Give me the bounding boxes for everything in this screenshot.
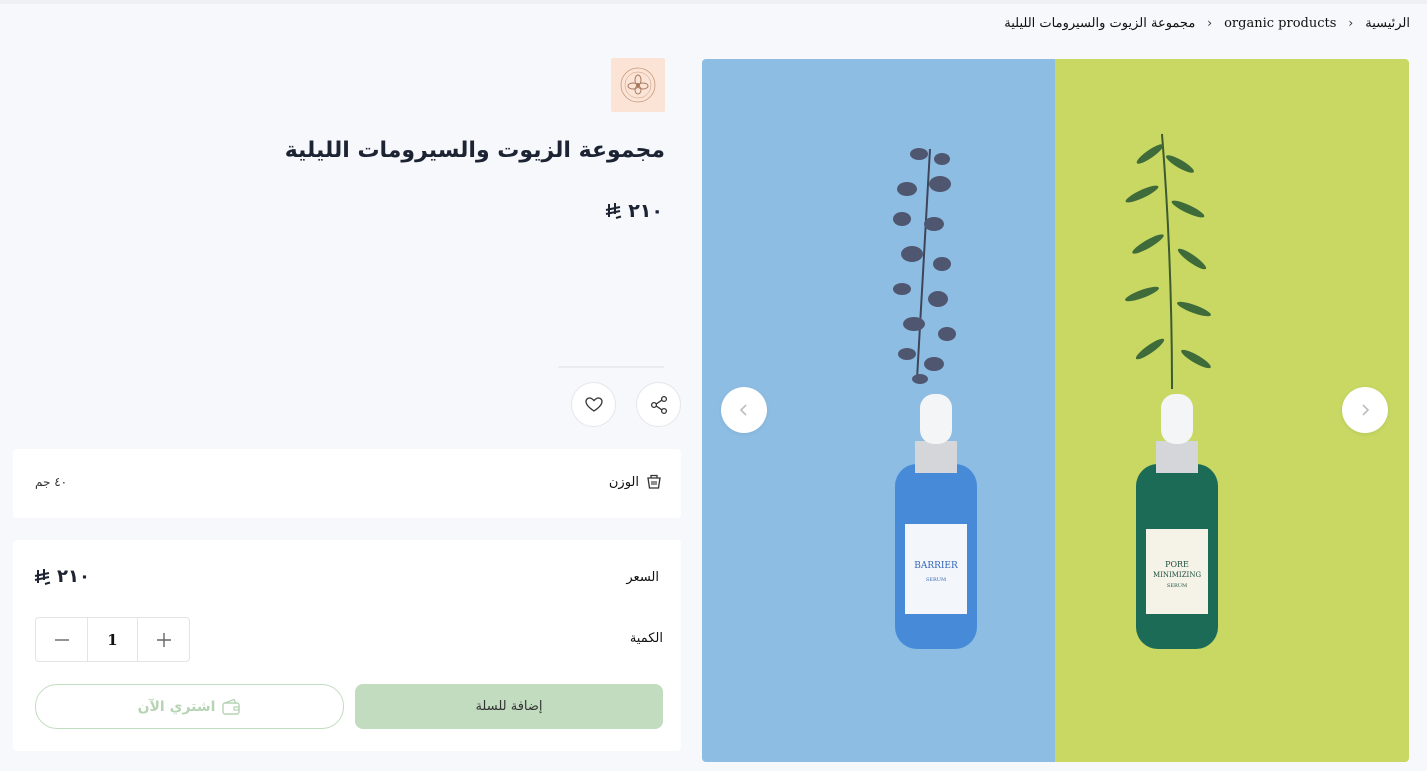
svg-text:MINIMIZING: MINIMIZING <box>1153 571 1202 579</box>
share-button[interactable] <box>636 382 681 427</box>
riyal-icon <box>605 203 622 219</box>
scale-icon <box>647 474 661 489</box>
minus-icon <box>54 638 69 641</box>
chevron-left-icon <box>739 404 747 416</box>
gallery-next-button[interactable] <box>1342 387 1388 433</box>
svg-text:SERUM: SERUM <box>926 577 946 583</box>
purchase-card: السعر ٢١٠ الكمية 1 إضافة للسلة اشتري الآ… <box>13 540 681 751</box>
product-title: مجموعة الزيوت والسيرومات الليلية <box>284 138 665 163</box>
plus-icon <box>156 632 171 647</box>
wallet-icon <box>222 698 241 715</box>
brand-logo[interactable] <box>611 58 665 112</box>
weight-attribute-card: الوزن ٤٠ جم <box>13 449 681 518</box>
heart-icon <box>584 396 603 412</box>
svg-text:SERUM: SERUM <box>1167 583 1187 589</box>
quantity-stepper: 1 <box>35 617 190 662</box>
product-price: ٢١٠ <box>604 200 663 222</box>
price-value: ٢١٠ <box>33 566 90 587</box>
breadcrumb-category[interactable]: organic products <box>1224 16 1336 31</box>
decrease-quantity-button[interactable] <box>36 618 87 661</box>
product-image-gallery[interactable]: BARRIER SERUM PORE MINIMIZING SERUM <box>702 59 1409 762</box>
breadcrumb: الرئيسية › organic products › مجموعة الز… <box>1004 13 1410 33</box>
price-value-amount: ٢١٠ <box>57 566 90 587</box>
price-label: السعر <box>626 570 659 585</box>
weight-label-group: الوزن <box>609 473 663 491</box>
price-amount: ٢١٠ <box>628 200 663 222</box>
buy-now-button[interactable]: اشتري الآن <box>35 684 344 729</box>
quantity-value[interactable]: 1 <box>87 618 138 661</box>
riyal-icon <box>34 568 51 585</box>
weight-value: ٤٠ جم <box>35 475 68 489</box>
chevron-left-icon: › <box>1207 16 1213 30</box>
top-strip <box>0 0 1427 4</box>
product-image: BARRIER SERUM PORE MINIMIZING SERUM <box>702 59 1409 762</box>
breadcrumb-home[interactable]: الرئيسية <box>1365 16 1410 31</box>
quantity-label: الكمية <box>629 631 663 646</box>
weight-label: الوزن <box>608 474 639 490</box>
add-to-cart-button[interactable]: إضافة للسلة <box>355 684 663 729</box>
wishlist-button[interactable] <box>571 382 616 427</box>
svg-text:PORE: PORE <box>1165 560 1189 569</box>
increase-quantity-button[interactable] <box>138 618 189 661</box>
chevron-right-icon <box>1362 404 1370 416</box>
breadcrumb-current: مجموعة الزيوت والسيرومات الليلية <box>1004 15 1196 31</box>
gallery-prev-button[interactable] <box>721 387 767 433</box>
flower-logo-icon <box>620 67 656 103</box>
divider <box>558 366 664 368</box>
chevron-left-icon: › <box>1348 16 1354 30</box>
share-icon <box>650 395 667 414</box>
buy-now-label: اشتري الآن <box>137 698 216 715</box>
svg-text:BARRIER: BARRIER <box>914 561 958 571</box>
